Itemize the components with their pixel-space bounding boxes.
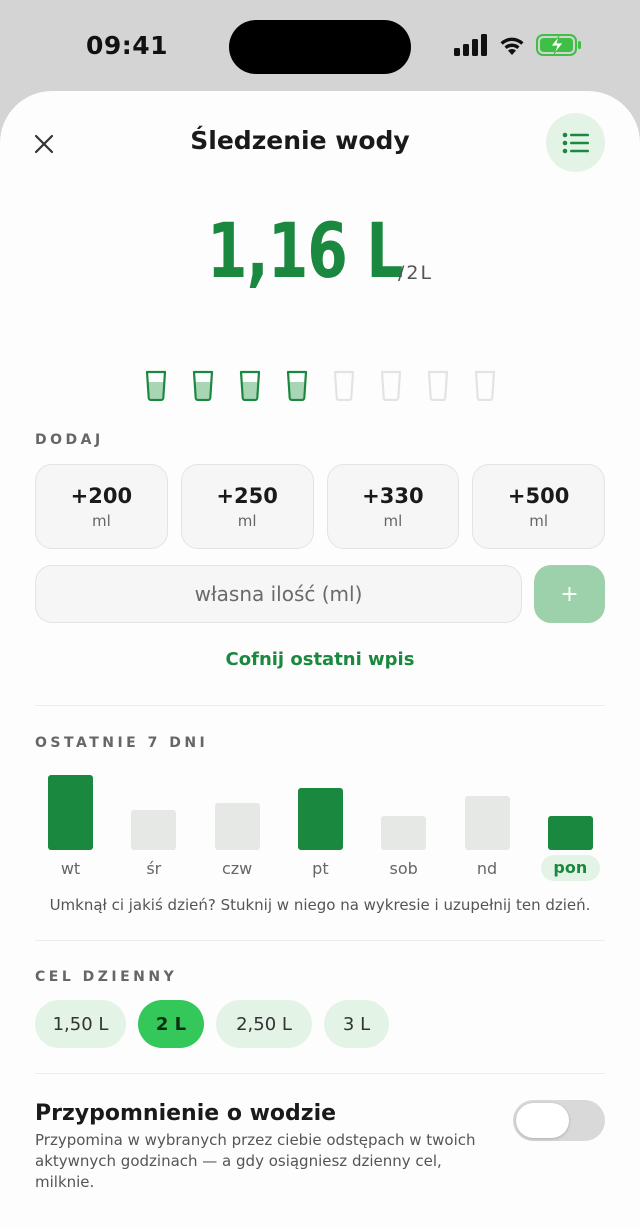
chart-day-5[interactable]: nd [452, 770, 536, 882]
daily-goal-options: 1,50 L 2 L 2,50 L 3 L [35, 1000, 389, 1048]
chart-bar[interactable] [464, 796, 510, 850]
cup-empty-icon [474, 370, 496, 401]
goal-option-2l[interactable]: 2 L [138, 1000, 204, 1048]
divider [35, 705, 605, 706]
undo-last-entry-link[interactable]: Cofnij ostatni wpis [0, 649, 640, 670]
close-button[interactable] [30, 130, 58, 158]
goal-option-1-5l[interactable]: 1,50 L [35, 1000, 126, 1048]
add-unit: ml [529, 511, 549, 530]
cups-progress [145, 370, 496, 401]
add-unit: ml [91, 511, 111, 530]
chart-day-0[interactable]: wt [35, 770, 119, 882]
divider [35, 940, 605, 941]
goal-option-3l[interactable]: 3 L [324, 1000, 389, 1048]
wifi-icon [500, 37, 524, 55]
add-section-label: DODAJ [35, 432, 104, 448]
add-amount: +500 [507, 483, 570, 508]
signal-icon [454, 34, 487, 56]
daily-goal-label: CEL DZIENNY [35, 969, 178, 985]
chart-day-label[interactable]: nd [452, 859, 523, 878]
chart-day-4[interactable]: sob [368, 770, 452, 882]
close-icon [34, 134, 54, 154]
chart-bar[interactable] [381, 816, 427, 850]
reminder-toggle[interactable] [513, 1100, 605, 1141]
goal-option-2-5l[interactable]: 2,50 L [216, 1000, 312, 1048]
cup-filled-icon [286, 370, 308, 401]
add-500-button[interactable]: +500 ml [472, 464, 605, 549]
history-section-label: OSTATNIE 7 DNI [35, 735, 209, 751]
status-time: 09:41 [86, 31, 169, 60]
history-hint: Umknął ci jakiś dzień? Stuknij w niego n… [49, 896, 591, 914]
chart-bar[interactable] [547, 816, 593, 850]
chart-bar[interactable] [48, 775, 93, 850]
cup-empty-icon [380, 370, 402, 401]
chart-bar[interactable] [131, 810, 177, 850]
cup-filled-icon [145, 370, 167, 401]
chart-day-label[interactable]: pt [285, 859, 356, 878]
chart-bar[interactable] [297, 788, 343, 850]
reminder-title: Przypomnienie o wodzie [35, 1101, 337, 1126]
add-200-button[interactable]: +200 ml [35, 464, 168, 549]
dynamic-island [229, 20, 411, 74]
reminder-description: Przypomina w wybranych przez ciebie odst… [35, 1131, 476, 1191]
custom-amount-input[interactable] [35, 565, 522, 623]
add-amount: +330 [362, 483, 424, 508]
list-icon [562, 132, 589, 153]
status-bar: 09:41 [0, 0, 640, 90]
add-amount: +250 [216, 483, 278, 508]
chart-day-6[interactable]: pon [535, 770, 619, 882]
chart-day-2[interactable]: czw [202, 770, 286, 882]
chart-day-label[interactable]: czw [202, 859, 273, 878]
cup-filled-icon [239, 370, 261, 401]
divider [35, 1073, 605, 1074]
status-icons [454, 34, 582, 56]
page-title: Śledzenie wody [190, 126, 410, 155]
history-list-button[interactable] [546, 113, 605, 172]
chart-day-label[interactable]: pon [540, 855, 600, 881]
chart-bar[interactable] [214, 803, 260, 850]
chart-day-label[interactable]: sob [368, 859, 439, 878]
page-title-wrap: Śledzenie wody [120, 126, 480, 155]
add-unit: ml [237, 511, 257, 530]
chart-day-label[interactable]: wt [35, 859, 106, 878]
chart-day-3[interactable]: pt [285, 770, 369, 882]
add-250-button[interactable]: +250 ml [180, 464, 314, 549]
add-330-button[interactable]: +330 ml [326, 464, 460, 549]
toggle-knob [516, 1103, 569, 1138]
cup-empty-icon [333, 370, 355, 401]
add-custom-button[interactable]: + [534, 565, 605, 623]
cup-filled-icon [192, 370, 214, 401]
add-unit: ml [383, 511, 403, 530]
cup-empty-icon [427, 370, 449, 401]
weekly-chart: wt śr czw pt sob nd pon [35, 770, 605, 882]
chart-day-1[interactable]: śr [118, 770, 202, 882]
intake-goal: /2L [398, 262, 434, 284]
add-amount: +200 [70, 483, 133, 508]
quick-add-grid: +200 ml +250 ml +330 ml +500 ml [35, 464, 605, 549]
battery-icon [536, 34, 581, 56]
chart-day-label[interactable]: śr [118, 859, 189, 878]
intake-amount: 1,16 L [207, 206, 403, 295]
